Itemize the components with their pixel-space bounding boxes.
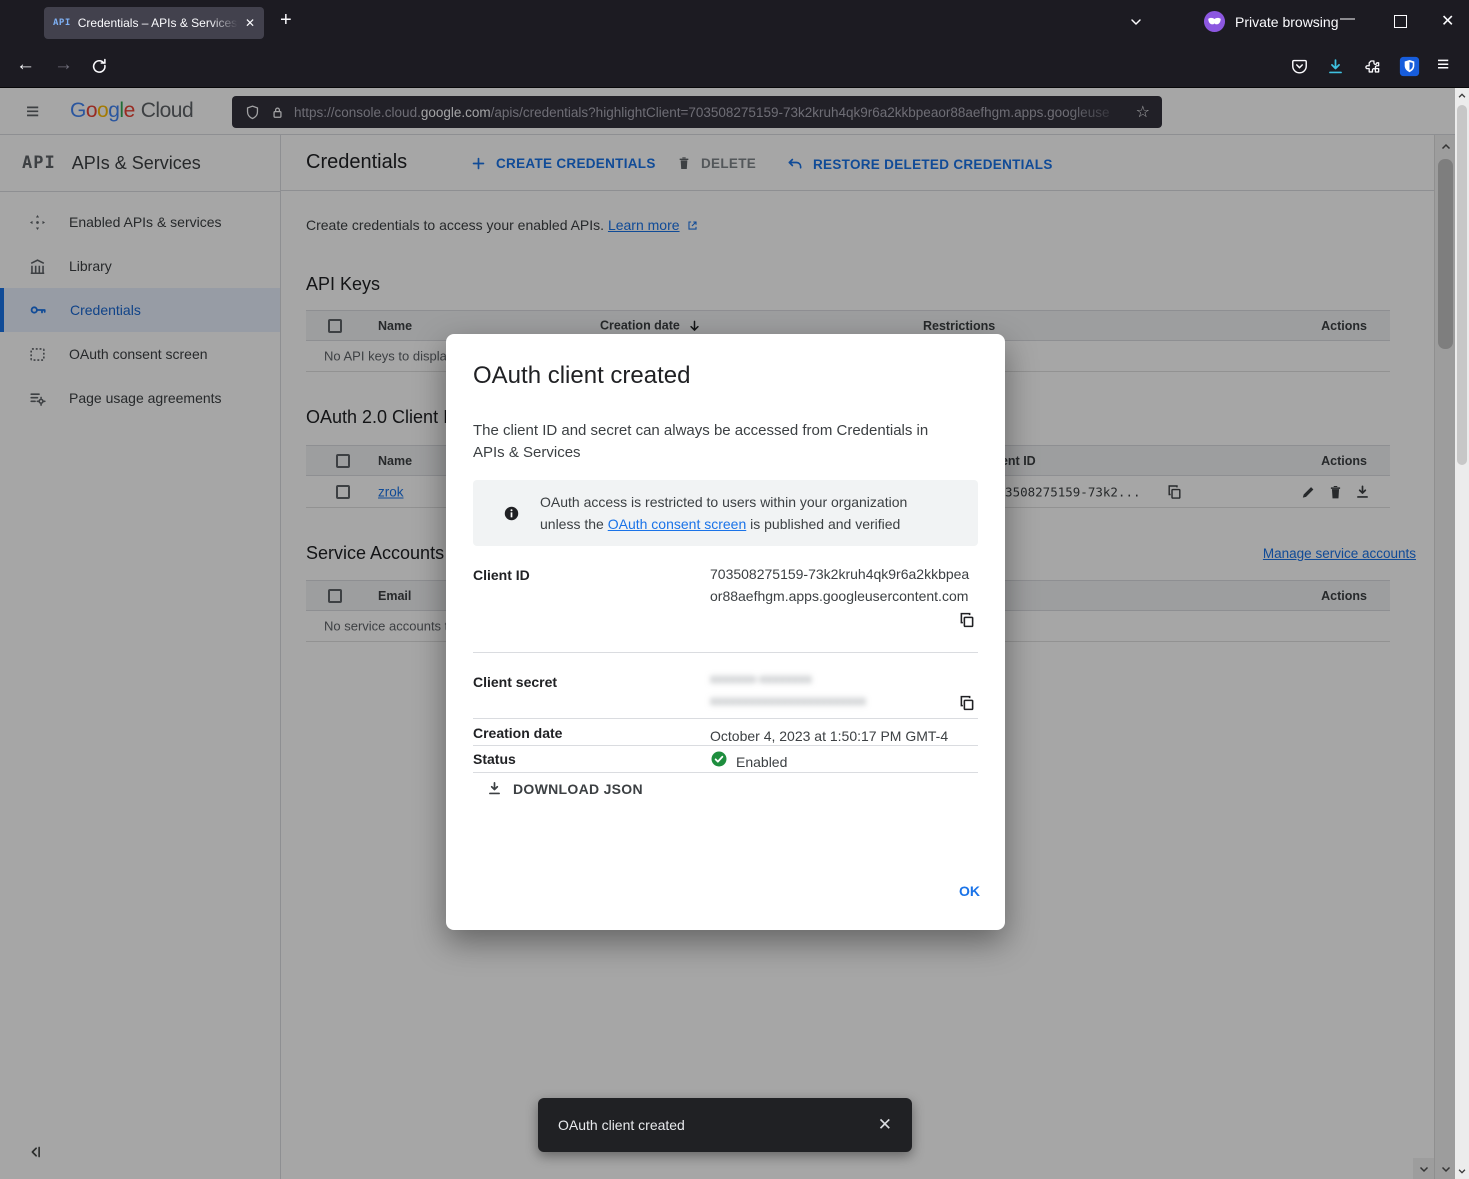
toast-message: OAuth client created	[558, 1117, 685, 1133]
copy-client-secret-icon[interactable]	[958, 694, 976, 712]
scroll-down-arrow[interactable]	[1455, 1163, 1469, 1179]
browser-toolbar: ← → https://console.cloud.google.com/api…	[0, 45, 1469, 88]
private-browsing-mask-icon	[1203, 10, 1226, 33]
reload-icon[interactable]	[90, 57, 107, 74]
bitwarden-shield-icon[interactable]	[1399, 56, 1420, 77]
divider	[473, 772, 978, 773]
browser-scrollbar[interactable]	[1455, 88, 1469, 1179]
window-maximize-icon[interactable]	[1394, 15, 1407, 28]
divider	[473, 652, 978, 653]
forward-icon[interactable]: →	[54, 54, 73, 76]
scroll-up-arrow[interactable]	[1455, 88, 1469, 104]
back-icon[interactable]: ←	[16, 54, 35, 76]
status-enabled-icon	[710, 750, 728, 768]
creation-date-value: October 4, 2023 at 1:50:17 PM GMT-4	[710, 725, 948, 747]
dialog-body-text: The client ID and secret can always be a…	[473, 420, 953, 464]
list-tabs-chevron-icon[interactable]	[1128, 14, 1144, 30]
oauth-consent-screen-link[interactable]: OAuth consent screen	[608, 516, 747, 532]
notice-text: OAuth access is restricted to users with…	[540, 491, 950, 535]
ok-button[interactable]: OK	[959, 883, 980, 899]
client-id-label: Client ID	[473, 567, 530, 583]
browser-tab-active[interactable]: API Credentials – APIs & Services – z ✕	[44, 7, 264, 39]
tab-close-icon[interactable]: ✕	[245, 16, 255, 30]
status-label: Status	[473, 751, 516, 767]
client-secret-value-redacted: xxxxxxx-xxxxxxxx xxxxxxxxxxxxxxxxxxxxxxx…	[710, 668, 866, 712]
toast-snackbar: OAuth client created ✕	[538, 1098, 912, 1152]
copy-client-id-icon[interactable]	[958, 611, 976, 629]
dialog-title: OAuth client created	[473, 362, 690, 390]
private-browsing-badge: Private browsing	[1203, 10, 1339, 33]
divider	[473, 745, 978, 746]
tab-title: Credentials – APIs & Services – z	[78, 16, 238, 30]
status-value: Enabled	[736, 751, 787, 773]
info-icon	[503, 505, 520, 522]
extensions-puzzle-icon[interactable]	[1363, 57, 1382, 76]
download-icon	[486, 780, 503, 797]
browser-tab-strip: API Credentials – APIs & Services – z ✕ …	[0, 0, 1469, 45]
api-favicon: API	[53, 18, 71, 28]
window-close-icon[interactable]: ✕	[1441, 11, 1454, 31]
divider	[473, 718, 978, 719]
pocket-icon[interactable]	[1290, 57, 1309, 76]
new-tab-icon[interactable]: +	[280, 9, 292, 32]
toast-close-icon[interactable]: ✕	[878, 1115, 892, 1135]
restricted-access-notice: OAuth access is restricted to users with…	[473, 480, 978, 546]
client-secret-label: Client secret	[473, 674, 557, 690]
scrollbar-thumb[interactable]	[1457, 105, 1467, 465]
oauth-client-created-dialog: OAuth client created The client ID and s…	[446, 334, 1005, 930]
creation-date-label: Creation date	[473, 725, 562, 741]
window-minimize-icon[interactable]: —	[1340, 10, 1355, 27]
downloads-icon[interactable]	[1326, 57, 1345, 76]
menu-hamburger-icon[interactable]: ≡	[1437, 53, 1449, 77]
download-json-button[interactable]: DOWNLOAD JSON	[486, 780, 643, 797]
client-id-value: 703508275159-73k2kruh4qk9r6a2kkbpea or88…	[710, 563, 969, 607]
